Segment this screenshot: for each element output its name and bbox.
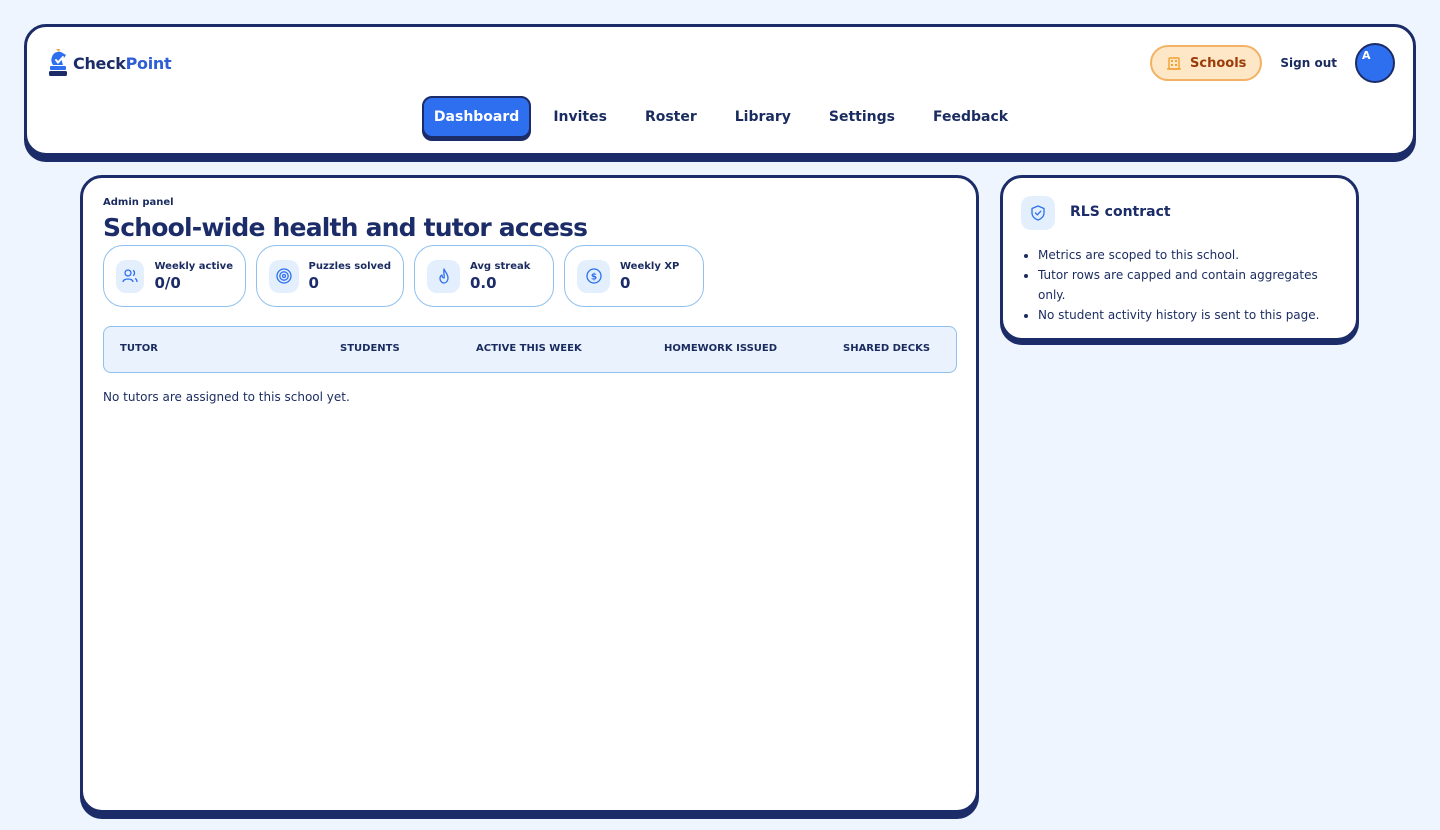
stat-value: 0 [308, 273, 319, 292]
tutor-table-header: TUTOR STUDENTS ACTIVE THIS WEEK HOMEWORK… [103, 326, 957, 373]
list-item: Metrics are scoped to this school. [1038, 245, 1338, 265]
column-header-tutor[interactable]: TUTOR [120, 343, 158, 354]
stat-label: Puzzles solved [308, 260, 391, 272]
nav-dashboard[interactable]: Dashboard [421, 96, 532, 138]
column-header-active-this-week[interactable]: ACTIVE THIS WEEK [476, 343, 582, 354]
header-actions: Schools Sign out A [1150, 43, 1395, 83]
shield-check-icon [1021, 196, 1055, 230]
schools-label: Schools [1190, 55, 1247, 71]
nav-invites[interactable]: Invites [537, 96, 623, 138]
stat-label: Weekly active [154, 260, 233, 272]
stat-label: Avg streak [470, 260, 531, 272]
flame-icon [427, 259, 460, 293]
empty-state-message: No tutors are assigned to this school ye… [103, 390, 350, 404]
list-item: Tutor rows are capped and contain aggreg… [1038, 265, 1338, 305]
knight-logo-icon [49, 49, 67, 76]
stat-weekly-xp: $ Weekly XP 0 [564, 245, 704, 307]
nav-feedback[interactable]: Feedback [917, 96, 1024, 138]
svg-text:$: $ [590, 273, 596, 283]
nav-settings[interactable]: Settings [813, 96, 911, 138]
nav-roster[interactable]: Roster [629, 96, 713, 138]
app-header: CheckPoint Dashboard Invites Roster Libr… [24, 24, 1416, 156]
target-icon [269, 259, 299, 293]
stat-value: 0/0 [154, 273, 181, 292]
logo-text: CheckPoint [73, 53, 172, 73]
dollar-icon: $ [577, 259, 610, 293]
admin-panel-card: Admin panel School-wide health and tutor… [80, 175, 979, 813]
panel-kicker: Admin panel [103, 197, 174, 208]
stat-weekly-active: Weekly active 0/0 [103, 245, 246, 307]
rls-rules-list: Metrics are scoped to this school. Tutor… [1038, 245, 1338, 325]
stat-label: Weekly XP [620, 260, 680, 272]
side-card-title: RLS contract [1070, 204, 1171, 220]
column-header-students[interactable]: STUDENTS [340, 343, 400, 354]
sign-out-link[interactable]: Sign out [1280, 56, 1337, 70]
main-nav: Dashboard Invites Roster Library Setting… [27, 96, 1413, 138]
column-header-homework-issued[interactable]: HOMEWORK ISSUED [664, 343, 777, 354]
avatar-initial: A [1362, 49, 1371, 62]
schools-button[interactable]: Schools [1150, 45, 1263, 81]
stat-value: 0 [620, 273, 631, 292]
stat-avg-streak: Avg streak 0.0 [414, 245, 554, 307]
page-title: School-wide health and tutor access [103, 213, 588, 242]
logo[interactable]: CheckPoint [47, 47, 172, 79]
rls-contract-card: RLS contract Metrics are scoped to this … [1000, 175, 1359, 341]
list-item: No student activity history is sent to t… [1038, 305, 1338, 325]
column-header-shared-decks[interactable]: SHARED DECKS [843, 343, 930, 354]
stat-puzzles-solved: Puzzles solved 0 [256, 245, 404, 307]
nav-library[interactable]: Library [719, 96, 807, 138]
stat-value: 0.0 [470, 273, 497, 292]
building-icon [1167, 57, 1182, 70]
stats-row: Weekly active 0/0 Puzzles solved 0 Avg s… [103, 245, 704, 307]
users-icon [116, 259, 145, 293]
avatar[interactable]: A [1355, 43, 1395, 83]
